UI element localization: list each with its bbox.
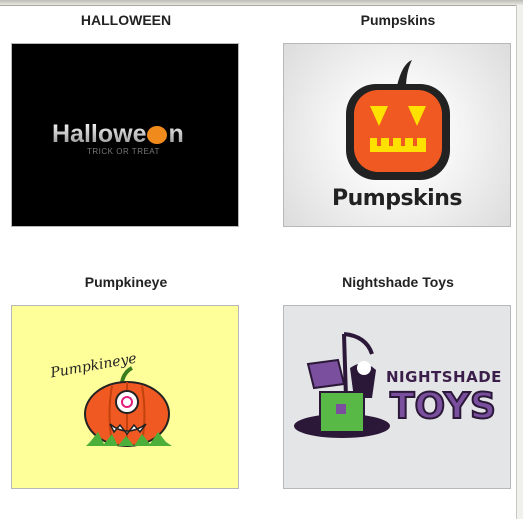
pumpkin-eye-icon xyxy=(84,366,172,447)
logo-wordmark: Pumpskins xyxy=(332,186,462,211)
gallery-card-nightshade-toys: Nightshade Toys NIGHTSHADE TOYS xyxy=(283,273,513,489)
logo-wordmark-top: NIGHTSHADE xyxy=(386,368,502,386)
logo-wordmark-bottom: TOYS xyxy=(389,385,497,428)
gallery-card-pumpkineye: Pumpkineye Pumpkineye xyxy=(11,273,241,489)
browser-top-border xyxy=(0,0,523,6)
gallery-card-pumpskins: Pumpskins Pumpskins xyxy=(283,11,513,227)
logo-thumbnail-pumpskins[interactable]: Pumpskins xyxy=(283,43,511,227)
logo-thumbnail-pumpkineye[interactable]: Pumpkineye xyxy=(11,305,239,489)
card-title: Pumpkineye xyxy=(84,274,168,290)
logo-thumbnail-halloween[interactable]: Hallowe n TRICK OR TREAT xyxy=(11,43,239,227)
scrollbar-edge[interactable] xyxy=(516,5,523,519)
pumpkin-o-icon xyxy=(147,126,168,144)
logo-wordmark: Hallowe n xyxy=(52,120,184,149)
card-title: HALLOWEEN xyxy=(80,12,172,28)
logo-word-part: Hallowe xyxy=(52,120,147,148)
logo-word-end: n xyxy=(168,120,184,148)
card-title: Nightshade Toys xyxy=(342,274,454,290)
card-title: Pumpskins xyxy=(360,12,436,28)
logo-thumbnail-nightshade-toys[interactable]: NIGHTSHADE TOYS xyxy=(283,305,511,489)
logo-subtext: TRICK OR TREAT xyxy=(87,147,160,156)
gallery-card-halloween: HALLOWEEN Hallowe n TRICK OR TREAT xyxy=(11,11,241,227)
